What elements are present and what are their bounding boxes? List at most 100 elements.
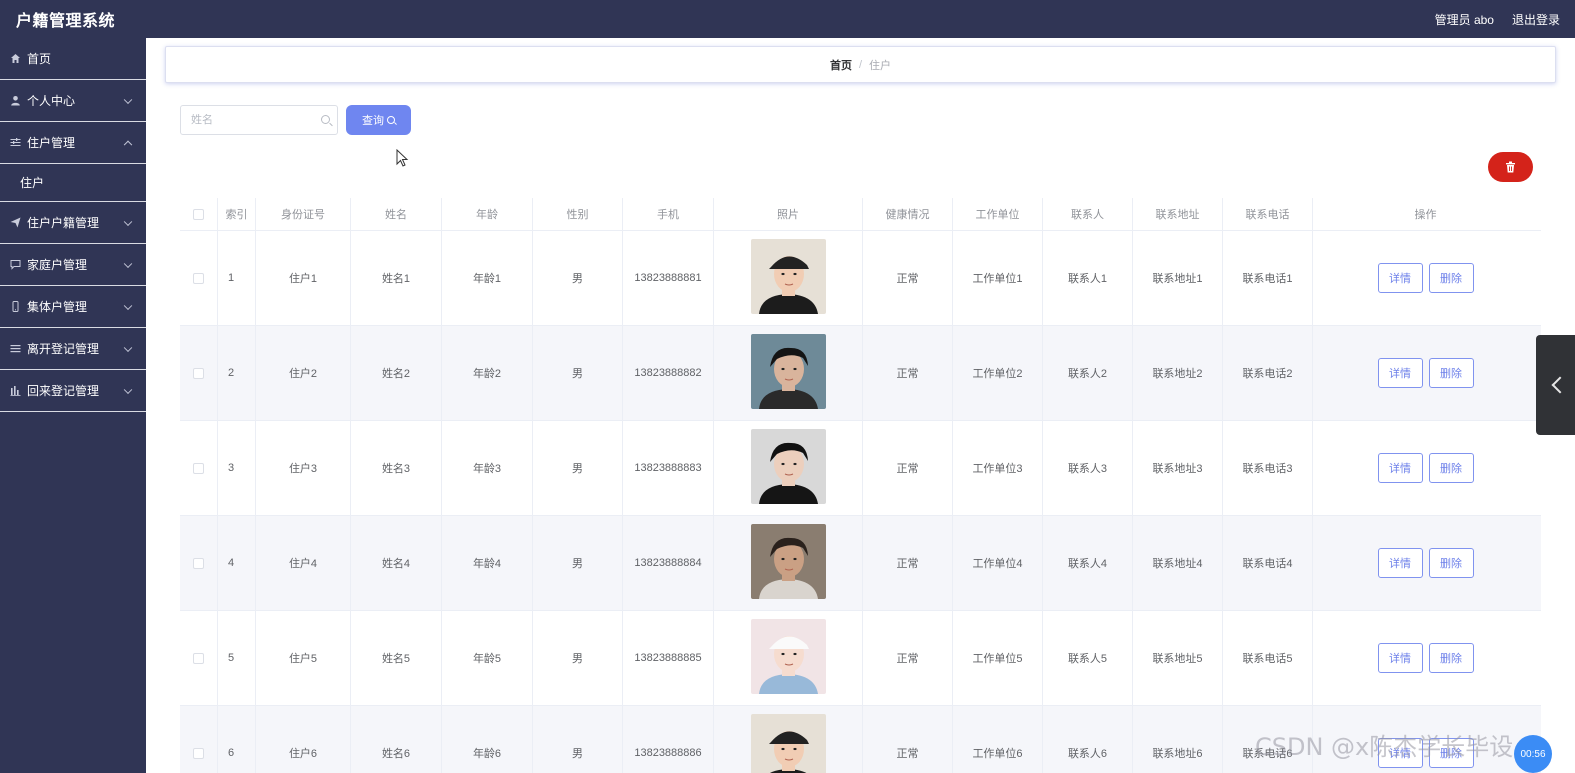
photo-cell	[714, 611, 863, 705]
cell-gender: 男	[533, 516, 623, 610]
breadcrumb: 首页 / 住户	[165, 46, 1556, 83]
sidebar-item-4[interactable]: 家庭户管理	[0, 244, 146, 286]
collapse-panel-handle[interactable]	[1536, 335, 1575, 435]
cell-contact: 联系人4	[1043, 516, 1133, 610]
actions-cell: 详情 删除	[1313, 326, 1538, 420]
detail-button[interactable]: 详情	[1377, 548, 1423, 578]
name-search-input[interactable]	[191, 114, 311, 126]
delete-button[interactable]: 删除	[1428, 643, 1474, 673]
cell-contact-phone: 联系电话1	[1223, 231, 1313, 325]
watermark: CSDN @x陈杰学长毕设	[1255, 733, 1514, 761]
resident-photo[interactable]	[750, 239, 826, 317]
sidebar-item-2[interactable]: 住户管理	[0, 122, 146, 164]
cell-gender: 男	[533, 611, 623, 705]
phone-icon	[9, 301, 21, 313]
resident-photo[interactable]	[750, 429, 826, 507]
column-header: 工作单位	[953, 198, 1043, 230]
cell-id-card: 住户1	[256, 231, 351, 325]
sidebar-item-label: 离开登记管理	[27, 342, 100, 356]
cell-address: 联系地址4	[1133, 516, 1223, 610]
batch-delete-button[interactable]	[1488, 152, 1533, 182]
sidebar-item-label: 集体户管理	[27, 300, 88, 314]
cell-index: 1	[218, 231, 256, 325]
sidebar-subitem-2-0[interactable]: 住户	[0, 164, 146, 202]
table-row[interactable]: 3 住户3 姓名3 年龄3 男 13823888883 正常 工作单位3 联系人3 联系地址3 联系…	[180, 421, 1541, 516]
query-button[interactable]: 查询	[346, 105, 411, 135]
table-row[interactable]: 5 住户5 姓名5 年龄5 男 13823888885 正常 工作单位5 联系人5 联系地址5 联系…	[180, 611, 1541, 706]
cell-name: 姓名2	[351, 326, 442, 420]
select-all-checkbox[interactable]	[193, 208, 204, 220]
select-all-cell	[180, 198, 218, 230]
breadcrumb-home[interactable]: 首页	[830, 57, 852, 73]
sidebar-item-6[interactable]: 离开登记管理	[0, 328, 146, 370]
cell-index: 5	[218, 611, 256, 705]
actions-cell: 详情 删除	[1313, 421, 1538, 515]
cell-age: 年龄6	[442, 706, 533, 773]
cell-address: 联系地址1	[1133, 231, 1223, 325]
delete-button[interactable]: 删除	[1428, 548, 1474, 578]
cell-id-card: 住户6	[256, 706, 351, 773]
column-header: 手机	[623, 198, 714, 230]
row-checkbox[interactable]	[193, 272, 204, 284]
cell-health: 正常	[863, 516, 953, 610]
delete-button[interactable]: 删除	[1428, 453, 1474, 483]
cell-health: 正常	[863, 421, 953, 515]
chart-icon	[9, 385, 21, 397]
sidebar-item-1[interactable]: 个人中心	[0, 80, 146, 122]
cell-name: 姓名1	[351, 231, 442, 325]
table-row[interactable]: 4 住户4 姓名4 年龄4 男 13823888884 正常 工作单位4 联系人4 联系地址4 联系…	[180, 516, 1541, 611]
sidebar-item-3[interactable]: 住户户籍管理	[0, 202, 146, 244]
table-body: 1 住户1 姓名1 年龄1 男 13823888881 正常 工作单位1 联系人1 联系地址1 联系…	[180, 231, 1541, 773]
detail-button[interactable]: 详情	[1377, 643, 1423, 673]
actions-cell: 详情 删除	[1313, 516, 1538, 610]
cell-index: 6	[218, 706, 256, 773]
resident-photo[interactable]	[750, 714, 826, 773]
row-select-cell	[180, 326, 218, 420]
detail-button[interactable]: 详情	[1377, 453, 1423, 483]
chevron-down-icon	[123, 385, 133, 394]
cell-contact: 联系人5	[1043, 611, 1133, 705]
cell-address: 联系地址6	[1133, 706, 1223, 773]
cell-name: 姓名3	[351, 421, 442, 515]
cell-phone: 13823888882	[623, 326, 714, 420]
sidebar-item-0[interactable]: 首页	[0, 38, 146, 80]
cell-id-card: 住户3	[256, 421, 351, 515]
cell-contact: 联系人2	[1043, 326, 1133, 420]
row-select-cell	[180, 421, 218, 515]
name-search-field	[180, 105, 338, 135]
sidebar-item-label: 首页	[27, 52, 52, 66]
table-row[interactable]: 2 住户2 姓名2 年龄2 男 13823888882 正常 工作单位2 联系人2 联系地址2 联系…	[180, 326, 1541, 421]
trash-icon	[1506, 161, 1515, 173]
cell-phone: 13823888881	[623, 231, 714, 325]
delete-button[interactable]: 删除	[1428, 263, 1474, 293]
row-checkbox[interactable]	[193, 367, 204, 379]
cell-health: 正常	[863, 611, 953, 705]
row-select-cell	[180, 231, 218, 325]
cell-index: 3	[218, 421, 256, 515]
top-right-actions: 管理员 abo 退出登录	[1435, 11, 1560, 28]
admin-user-label[interactable]: 管理员 abo	[1435, 11, 1494, 28]
delete-button[interactable]: 删除	[1428, 358, 1474, 388]
row-checkbox[interactable]	[193, 652, 204, 664]
sidebar-item-7[interactable]: 回来登记管理	[0, 370, 146, 412]
cell-gender: 男	[533, 706, 623, 773]
detail-button[interactable]: 详情	[1377, 358, 1423, 388]
table-row[interactable]: 1 住户1 姓名1 年龄1 男 13823888881 正常 工作单位1 联系人1 联系地址1 联系…	[180, 231, 1541, 326]
resident-photo[interactable]	[750, 524, 826, 602]
cell-age: 年龄5	[442, 611, 533, 705]
breadcrumb-separator: /	[858, 58, 863, 71]
resident-photo[interactable]	[750, 334, 826, 412]
resident-photo[interactable]	[750, 619, 826, 697]
chevron-down-icon	[123, 343, 133, 352]
chevron-down-icon	[123, 217, 133, 226]
row-checkbox[interactable]	[193, 747, 204, 759]
detail-button[interactable]: 详情	[1377, 263, 1423, 293]
chevron-down-icon	[123, 95, 133, 104]
row-checkbox[interactable]	[193, 462, 204, 474]
floating-timer-ball[interactable]: 00:56	[1514, 735, 1552, 773]
column-header: 姓名	[351, 198, 442, 230]
sidebar-item-5[interactable]: 集体户管理	[0, 286, 146, 328]
logout-link[interactable]: 退出登录	[1512, 11, 1560, 28]
row-checkbox[interactable]	[193, 557, 204, 569]
sidebar-item-label: 家庭户管理	[27, 258, 88, 272]
